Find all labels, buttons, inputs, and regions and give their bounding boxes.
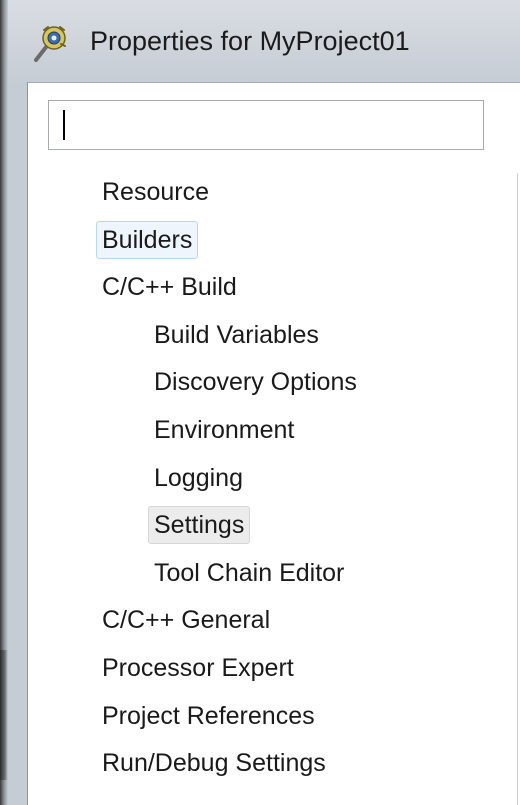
tree-item-discovery-options[interactable]: Discovery Options — [148, 363, 363, 401]
tree-item-builders[interactable]: Builders — [96, 221, 199, 259]
tree-item-project-references[interactable]: Project References — [96, 697, 321, 735]
project-properties-icon — [34, 26, 66, 62]
tree-item-tool-chain-editor[interactable]: Tool Chain Editor — [148, 554, 350, 592]
tree-item-settings[interactable]: Settings — [148, 506, 251, 544]
window-title: Properties for MyProject01 — [90, 26, 410, 56]
tree-item-resource[interactable]: Resource — [96, 173, 215, 211]
properties-dialog: Properties for MyProject01 Resource Build… — [0, 0, 520, 805]
panel-divider[interactable] — [517, 173, 518, 805]
tree-item-environment[interactable]: Environment — [148, 411, 300, 449]
tree-item-processor-expert[interactable]: Processor Expert — [96, 649, 300, 687]
filter-input[interactable] — [48, 100, 484, 150]
properties-navigation-panel: Resource Builders C/C++ Build Build Variabl… — [27, 82, 520, 805]
window-edge-shadow — [0, 650, 8, 780]
title-bar[interactable]: Properties for MyProject01 — [8, 0, 520, 82]
tree-item-build-variables[interactable]: Build Variables — [148, 316, 325, 354]
tree-item-c-c-build[interactable]: C/C++ Build — [96, 268, 243, 306]
tree-item-c-c-general[interactable]: C/C++ General — [96, 601, 276, 639]
text-caret — [63, 110, 65, 140]
tree-item-logging[interactable]: Logging — [148, 459, 249, 497]
window-left-edge — [0, 0, 8, 805]
tree-item-run-debug-settings[interactable]: Run/Debug Settings — [96, 744, 332, 782]
